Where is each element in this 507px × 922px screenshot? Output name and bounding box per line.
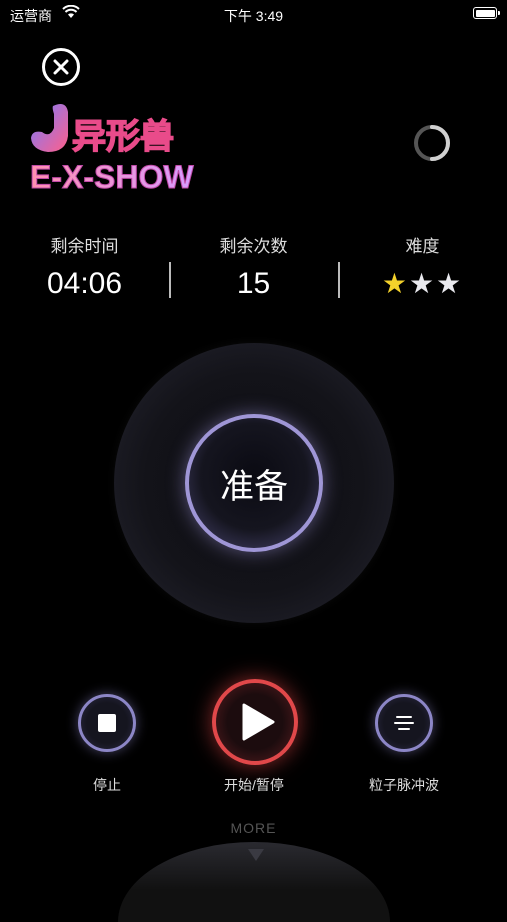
- close-icon: [53, 59, 69, 75]
- play-icon: [242, 703, 275, 741]
- wave-lines-icon: [394, 716, 414, 730]
- chevron-down-icon: [248, 849, 264, 861]
- remaining-count-value: 15: [236, 267, 271, 300]
- close-button[interactable]: [42, 48, 80, 86]
- difficulty-stat: 难度 ★★★: [338, 232, 507, 299]
- battery-icon: [473, 7, 500, 19]
- difficulty-stars: ★★★: [338, 269, 507, 299]
- stop-button[interactable]: [78, 694, 136, 752]
- particle-pulse-button[interactable]: [375, 694, 433, 752]
- particle-pulse-label: 粒子脉冲波: [369, 777, 439, 793]
- remaining-time-stat: 剩余时间 04:06: [0, 232, 169, 301]
- star-empty-icon: ★: [408, 268, 437, 299]
- battery-level: [475, 9, 495, 17]
- ready-button[interactable]: 准备: [185, 414, 323, 552]
- logo-chinese: 异形兽: [72, 118, 174, 156]
- remaining-time-value: 04:06: [46, 267, 123, 300]
- loading-spinner-icon: [414, 125, 451, 161]
- difficulty-label: 难度: [405, 237, 440, 256]
- status-bar: 运营商 下午 3:49: [0, 0, 507, 28]
- more-label[interactable]: MORE: [0, 820, 507, 836]
- logo-latin: E-X-SHOW: [30, 159, 194, 195]
- ready-label: 准备: [220, 467, 288, 506]
- star-filled-icon: ★: [381, 268, 409, 299]
- remaining-time-label: 剩余时间: [50, 237, 119, 256]
- remaining-count-label: 剩余次数: [219, 237, 288, 256]
- status-time: 下午 3:49: [223, 8, 284, 24]
- stop-label: 停止: [93, 777, 121, 793]
- stats-panel: 剩余时间 04:06 剩余次数 15 难度 ★★★: [0, 232, 507, 302]
- remaining-count-stat: 剩余次数 15: [169, 232, 338, 301]
- play-pause-button[interactable]: [212, 679, 298, 765]
- stop-icon: [98, 714, 116, 732]
- app-logo: 异形兽 E-X-SHOW: [28, 100, 243, 196]
- star-empty-icon: ★: [436, 268, 464, 299]
- play-pause-label: 开始/暂停: [224, 777, 284, 793]
